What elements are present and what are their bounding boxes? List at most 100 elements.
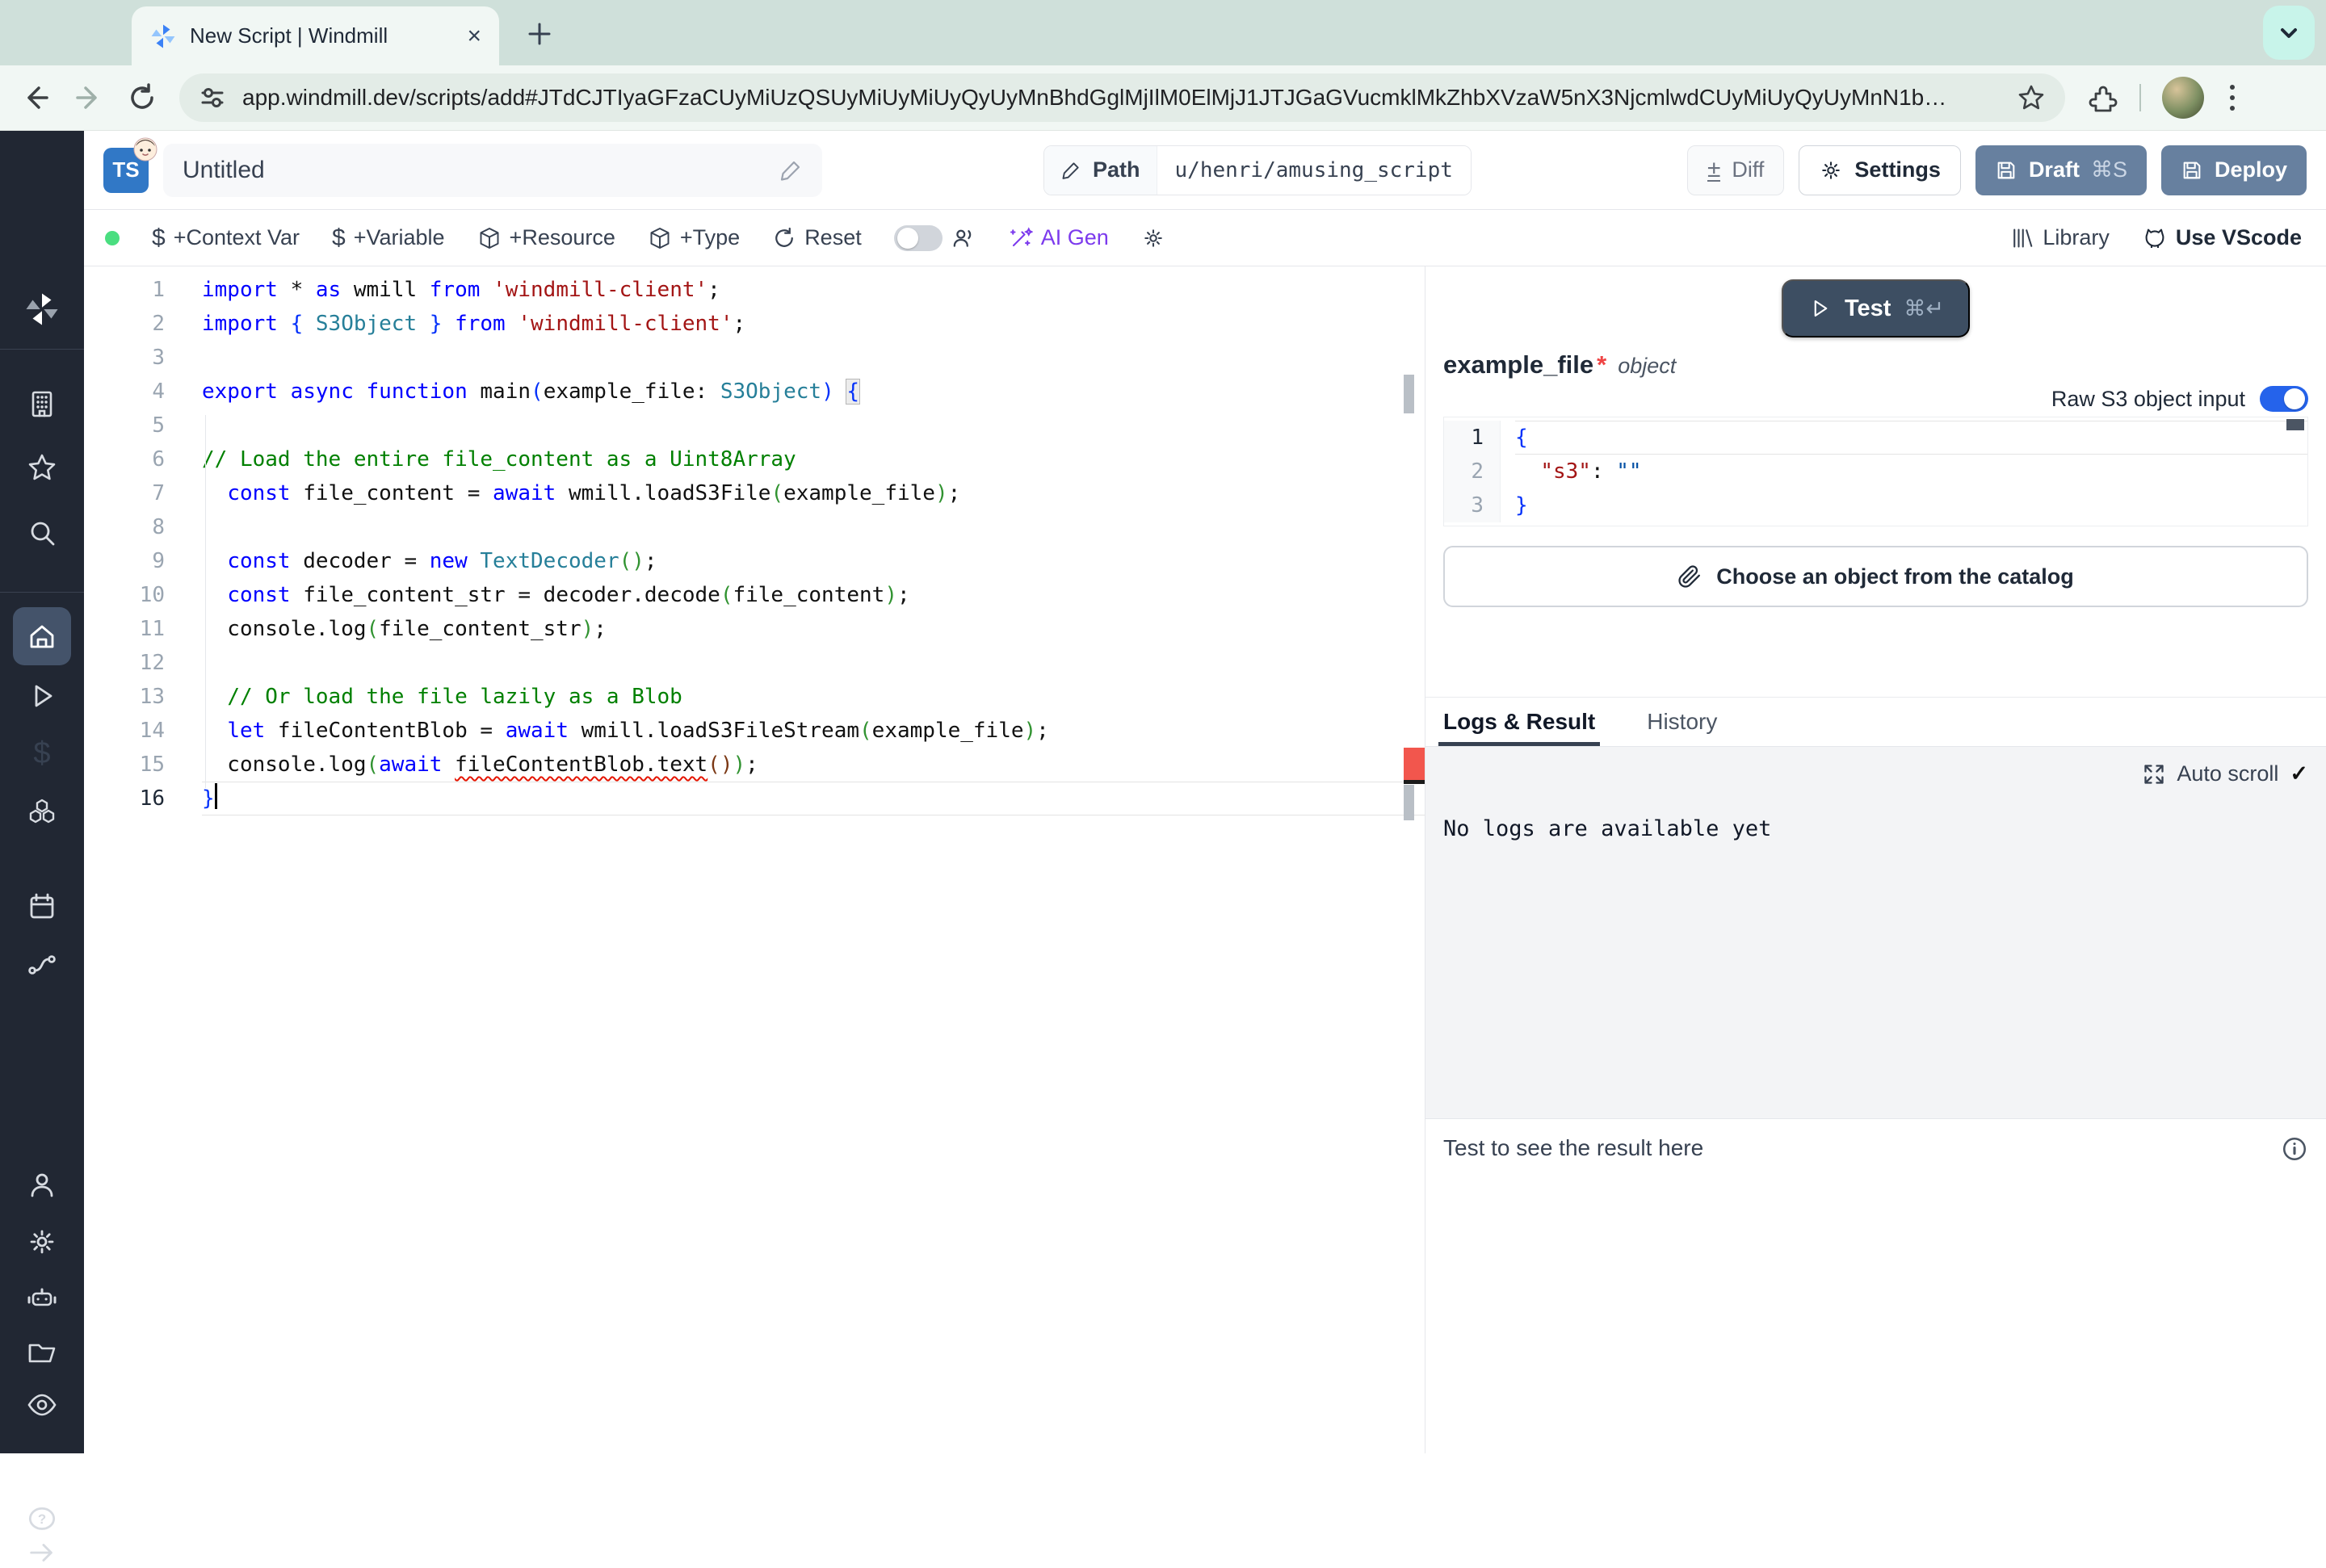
sidebar-item-help[interactable]: ? — [0, 1503, 84, 1537]
editor-settings-button[interactable] — [1141, 226, 1165, 250]
status-dot — [105, 231, 120, 245]
forward-icon[interactable] — [73, 82, 105, 114]
extensions-icon[interactable] — [2086, 82, 2118, 114]
sidebar-item-folders[interactable] — [0, 1335, 84, 1368]
add-context-var-button[interactable]: $ +Context Var — [152, 224, 300, 252]
add-resource-button[interactable]: +Resource — [477, 225, 615, 250]
draft-button[interactable]: Draft ⌘S — [1975, 145, 2147, 195]
library-button[interactable]: Library — [2010, 225, 2110, 250]
sidebar-item-users[interactable] — [0, 1169, 84, 1201]
new-tab-icon[interactable] — [523, 18, 556, 50]
add-variable-button[interactable]: $ +Variable — [332, 224, 445, 252]
tab-close-icon[interactable]: × — [467, 24, 481, 48]
code-line[interactable]: const decoder = new TextDecoder(); — [202, 544, 1425, 578]
edit-name-pencil-icon[interactable] — [779, 158, 803, 182]
choose-object-button[interactable]: Choose an object from the catalog — [1443, 546, 2308, 607]
code-line[interactable]: const file_content = await wmill.loadS3F… — [202, 476, 1425, 510]
magic-wand-icon — [1009, 226, 1033, 250]
deploy-button[interactable]: Deploy — [2161, 145, 2307, 195]
add-type-button[interactable]: +Type — [648, 225, 740, 250]
path-button[interactable]: Path u/henri/amusing_script — [1043, 145, 1472, 195]
code-line[interactable]: import { S3Object } from 'windmill-clien… — [202, 307, 1425, 341]
code-line[interactable]: { — [1515, 421, 2307, 455]
code-line[interactable]: let fileContentBlob = await wmill.loadS3… — [202, 714, 1425, 748]
code-line[interactable] — [202, 646, 1425, 680]
json-editor-code-area[interactable]: { "s3": ""} — [1501, 421, 2307, 522]
tab-history[interactable]: History — [1647, 698, 1717, 746]
sidebar-item-settings[interactable] — [0, 1226, 84, 1258]
sidebar-item-favorites[interactable] — [0, 451, 84, 484]
save-icon — [2181, 159, 2203, 182]
script-name-input[interactable]: Untitled — [163, 144, 822, 197]
code-line[interactable] — [202, 341, 1425, 375]
info-icon[interactable] — [2281, 1135, 2308, 1163]
code-line[interactable]: import * as wmill from 'windmill-client'… — [202, 273, 1425, 307]
sidebar-item-search[interactable] — [0, 517, 84, 549]
overview-error-marker — [1404, 748, 1425, 780]
tab-logs-result[interactable]: Logs & Result — [1443, 698, 1595, 746]
sidebar-item-audit-logs[interactable] — [0, 1389, 84, 1421]
code-line[interactable]: "s3": "" — [1515, 455, 2307, 488]
ai-gen-button[interactable]: AI Gen — [1009, 225, 1109, 250]
sidebar-item-schedules[interactable] — [0, 891, 84, 923]
sidebar-item-home[interactable] — [0, 620, 84, 652]
code-line[interactable]: } — [1515, 488, 2307, 522]
code-line[interactable] — [202, 510, 1425, 544]
package-icon — [477, 226, 502, 250]
sidebar-item-resources[interactable] — [0, 795, 84, 828]
sidebar-item-flows[interactable] — [0, 950, 84, 982]
windmill-logo-icon[interactable] — [0, 291, 84, 328]
url-text[interactable]: app.windmill.dev/scripts/add#JTdCJTIyaGF… — [242, 85, 2001, 111]
back-icon[interactable] — [19, 82, 52, 114]
code-line[interactable]: console.log(await fileContentBlob.text()… — [202, 748, 1425, 782]
logs-panel: Auto scroll ✓ No logs are available yet — [1425, 747, 2326, 1118]
dollar-icon: $ — [152, 224, 166, 252]
code-line[interactable]: } — [202, 782, 1425, 815]
result-placeholder: Test to see the result here — [1443, 1135, 1703, 1161]
code-line[interactable] — [202, 409, 1425, 442]
raw-s3-toggle[interactable] — [2260, 386, 2308, 412]
overview-cursor-marker — [1404, 780, 1425, 784]
diff-button[interactable]: ± Diff — [1687, 145, 1784, 195]
gear-icon — [1141, 226, 1165, 250]
code-line[interactable]: // Or load the file lazily as a Blob — [202, 680, 1425, 714]
result-panel: Test to see the result here — [1425, 1118, 2326, 1453]
sidebar-item-workers[interactable] — [0, 1282, 84, 1314]
gear-icon — [1819, 158, 1843, 182]
chrome-chevron-button[interactable] — [2263, 6, 2315, 60]
json-arg-editor[interactable]: 123 { "s3": ""} — [1443, 417, 2308, 526]
settings-button[interactable]: Settings — [1799, 145, 1961, 195]
code-line[interactable]: export async function main(example_file:… — [202, 375, 1425, 409]
bookmark-star-icon[interactable] — [2017, 83, 2046, 112]
sidebar-item-runs[interactable] — [0, 680, 84, 712]
code-line[interactable]: const file_content_str = decoder.decode(… — [202, 578, 1425, 612]
reset-button[interactable]: Reset — [772, 225, 862, 250]
url-input[interactable]: app.windmill.dev/scripts/add#JTdCJTIyaGF… — [179, 73, 2065, 122]
json-overview-marker — [2286, 419, 2304, 430]
auto-scroll-label[interactable]: Auto scroll — [2177, 761, 2278, 786]
auto-scroll-check-icon[interactable]: ✓ — [2290, 761, 2308, 786]
sidebar-item-workspace[interactable] — [0, 388, 84, 420]
multiplayer-toggle[interactable] — [894, 225, 943, 251]
path-label: Path — [1093, 157, 1140, 182]
code-line[interactable]: // Load the entire file_content as a Uin… — [202, 442, 1425, 476]
test-button[interactable]: Test ⌘↵ — [1782, 279, 1970, 337]
editor-overview-ruler — [1404, 266, 1425, 1453]
browser-menu-icon[interactable] — [2225, 80, 2240, 115]
sidebar-item-variables[interactable]: $ — [0, 736, 84, 771]
reload-icon[interactable] — [126, 82, 158, 114]
editor-toolbar: $ +Context Var $ +Variable +Resource +Ty… — [84, 210, 2326, 266]
code-editor[interactable]: 12345678910111213141516 import * as wmil… — [84, 266, 1425, 1453]
profile-avatar[interactable] — [2162, 77, 2204, 119]
editor-code-area[interactable]: import * as wmill from 'windmill-client'… — [202, 273, 1425, 1453]
expand-icon[interactable] — [2143, 763, 2165, 786]
browser-tab[interactable]: New Script | Windmill × — [132, 6, 499, 65]
use-vscode-button[interactable]: Use VScode — [2142, 225, 2302, 251]
package-icon — [648, 226, 672, 250]
arg-name: example_file — [1443, 350, 1593, 379]
path-value: u/henri/amusing_script — [1157, 146, 1471, 195]
library-icon — [2010, 226, 2034, 250]
code-line[interactable]: console.log(file_content_str); — [202, 612, 1425, 646]
site-settings-icon[interactable] — [199, 84, 226, 111]
sidebar-expand-icon[interactable] — [0, 1537, 84, 1568]
